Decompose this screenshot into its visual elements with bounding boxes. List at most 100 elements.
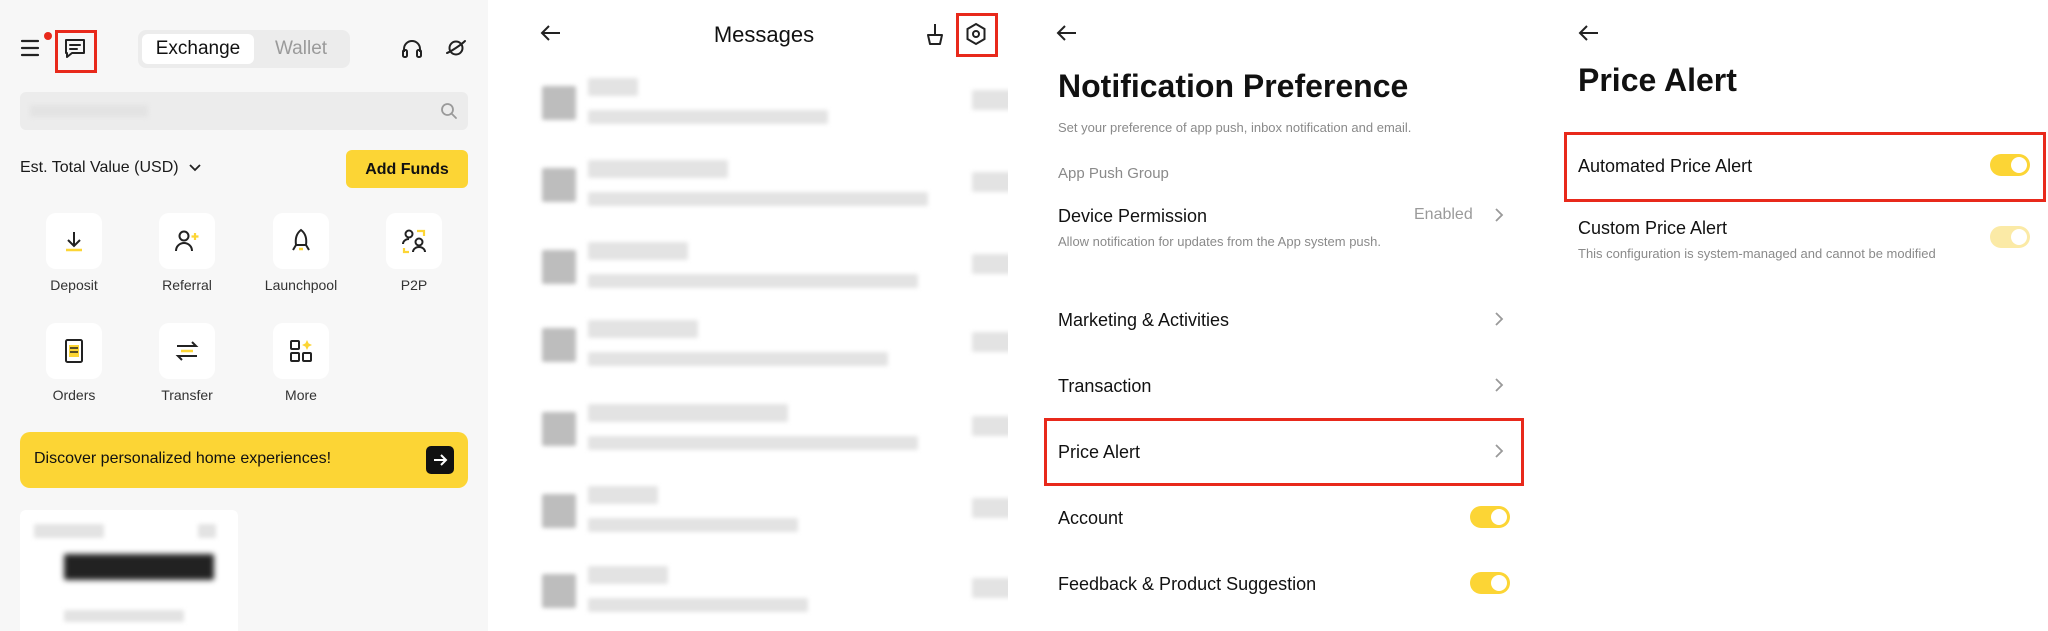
action-orders[interactable]: Orders [34,323,114,403]
toggle-knob [1491,575,1507,591]
page-title: Notification Preference [1058,68,1409,104]
tab-wallet[interactable]: Wallet [256,34,346,64]
blurred-content [972,498,1008,518]
account-toggle[interactable] [1470,506,1510,528]
device-permission-row[interactable]: Device Permission Allow notification for… [1040,200,1528,280]
chevron-down-icon [189,164,201,172]
messages-screen: Messages [520,0,1008,631]
action-launchpool[interactable]: Launchpool [261,213,341,293]
row-title: Device Permission [1058,206,1208,226]
action-transfer[interactable]: Transfer [147,323,227,403]
blurred-content [588,274,918,288]
tab-exchange[interactable]: Exchange [142,34,254,64]
row-description: Allow notification for updates from the … [1058,234,1382,249]
blurred-content [64,610,184,622]
blurred-content [588,192,928,206]
est-total-value-label: Est. Total Value (USD) [20,159,179,176]
toggle-knob [2011,229,2027,245]
add-funds-button[interactable]: Add Funds [346,150,468,188]
blurred-content [198,524,216,538]
row-title: Feedback & Product Suggestion [1058,574,1317,594]
back-arrow-icon[interactable] [1056,24,1078,42]
action-label: Orders [52,387,96,403]
action-label: Launchpool [264,277,338,293]
list-item[interactable] [542,76,1008,136]
list-item[interactable] [542,158,1008,218]
blurred-avatar [542,250,576,284]
transfer-icon [173,339,201,363]
feedback-toggle[interactable] [1470,572,1510,594]
list-item[interactable] [542,318,1008,378]
blurred-content [972,416,1008,436]
blurred-content [588,598,808,612]
blurred-content [972,578,1008,598]
row-title: Account [1058,508,1124,528]
action-more[interactable]: More [261,323,341,403]
blurred-content [64,554,214,580]
action-label: Deposit [50,277,98,293]
action-label: Referral [162,277,212,293]
blurred-content [588,518,798,532]
custom-price-alert-row: Custom Price Alert This configuration is… [1560,218,2048,268]
account-row: Account [1040,504,1528,544]
planet-icon[interactable] [444,36,468,60]
highlight-message-icon [55,30,97,73]
toggle-knob [1491,509,1507,525]
personalized-banner[interactable]: Discover personalized home experiences! [20,432,468,488]
banner-text: Discover personalized home experiences! [34,450,332,467]
notification-preference-screen: Notification Preference Set your prefere… [1040,0,1528,631]
row-title: Custom Price Alert [1578,218,1728,238]
row-title: Marketing & Activities [1058,310,1230,330]
hamburger-menu-icon[interactable] [20,38,42,58]
action-p2p[interactable]: P2P [374,213,454,293]
notification-dot [44,32,52,40]
blurred-content [972,90,1008,110]
blurred-avatar [542,412,576,446]
list-item[interactable] [542,484,1008,544]
action-referral[interactable]: Referral [147,213,227,293]
chevron-right-icon [1494,208,1504,222]
blurred-content [588,78,638,96]
action-deposit[interactable]: Deposit [34,213,114,293]
blurred-content [588,110,828,124]
headset-icon[interactable] [400,38,424,60]
search-placeholder-blurred [30,105,148,117]
marketing-activities-row[interactable]: Marketing & Activities [1040,306,1528,346]
row-title: Transaction [1058,376,1152,396]
action-label: More [285,387,317,403]
blurred-content [588,352,888,366]
highlight-settings-icon [956,13,998,57]
list-item[interactable] [542,240,1008,300]
blurred-avatar [542,168,576,202]
blurred-content [972,254,1008,274]
search-bar[interactable] [20,92,468,130]
list-item[interactable] [542,402,1008,462]
action-label: Transfer [161,387,213,403]
arrow-right-button[interactable] [426,446,454,474]
add-user-icon [173,228,201,254]
blurred-avatar [542,328,576,362]
blurred-content [588,404,788,422]
blurred-content [588,566,668,584]
custom-price-alert-toggle [1990,226,2030,248]
blurred-content [34,524,104,538]
download-icon [61,228,87,254]
price-alert-screen: Price Alert Automated Price Alert Custom… [1560,0,2048,631]
blurred-content [588,486,658,504]
transaction-row[interactable]: Transaction [1040,372,1528,412]
home-screen: Exchange Wallet Est. Total Value (USD) A… [0,0,488,631]
blurred-content [588,320,698,338]
back-arrow-icon[interactable] [1578,24,1600,42]
status-text: Enabled [1414,206,1473,223]
blurred-content [588,436,918,450]
document-icon [63,338,85,364]
exchange-wallet-toggle: Exchange Wallet [138,30,350,68]
blurred-avatar [542,494,576,528]
list-item[interactable] [542,564,1008,624]
broom-icon[interactable] [924,22,946,46]
search-icon[interactable] [440,102,458,120]
est-total-value[interactable]: Est. Total Value (USD) [20,159,201,177]
blurred-card [20,510,238,631]
blurred-content [588,242,688,260]
highlight-price-alert-row [1044,418,1524,486]
